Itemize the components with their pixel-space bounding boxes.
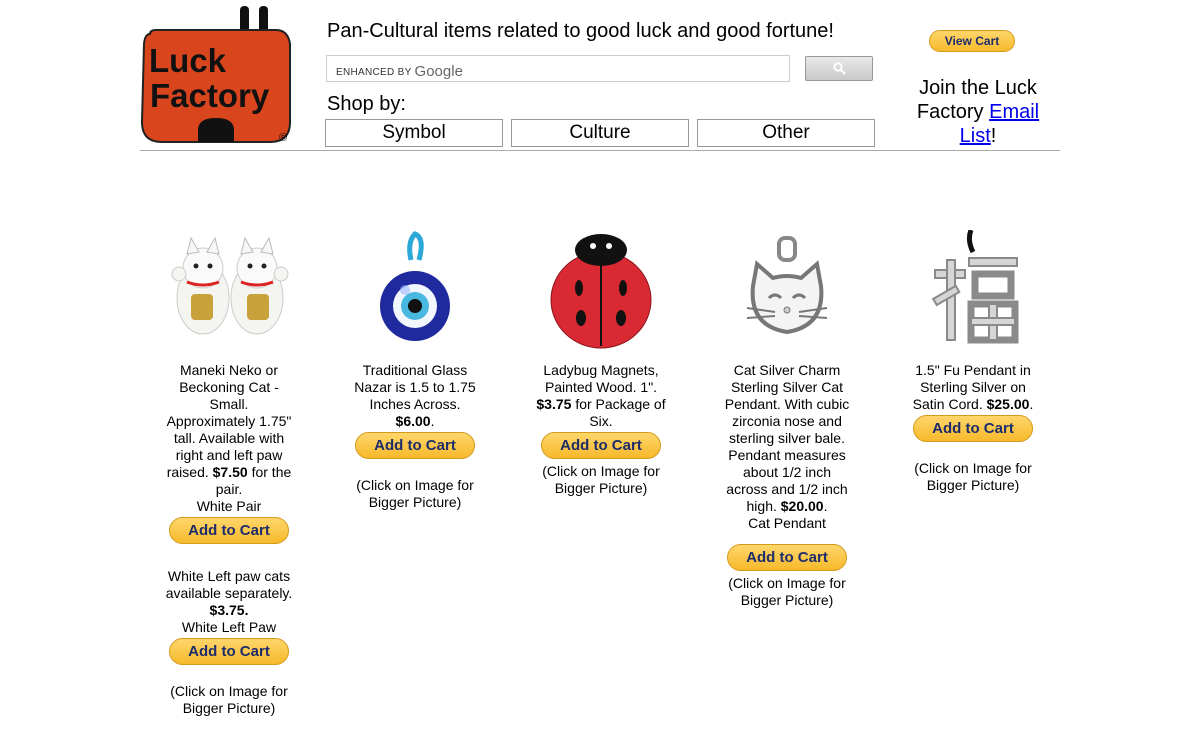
fu-pendant-image[interactable] bbox=[913, 230, 1033, 350]
product-fu-pendant: 1.5" Fu Pendant in Sterling Silver on Sa… bbox=[908, 230, 1038, 494]
product-description: Ladybug Magnets, Painted Wood. 1". $3.75… bbox=[536, 362, 666, 429]
shop-culture-button[interactable]: Culture bbox=[511, 119, 689, 147]
product-description: Maneki Neko or Beckoning Cat - Small. Ap… bbox=[166, 362, 292, 497]
shop-symbol-button[interactable]: Symbol bbox=[325, 119, 503, 147]
luck-factory-logo[interactable]: Luck Factory ® bbox=[140, 4, 292, 144]
logo-text-luck: Luck bbox=[149, 42, 227, 79]
product-option-label: White Left Paw bbox=[181, 619, 277, 635]
ladybug-image[interactable] bbox=[541, 230, 661, 350]
product-cat-charm: Cat Silver Charm Sterling Silver Cat Pen… bbox=[722, 230, 852, 609]
product-nazar: Traditional Glass Nazar is 1.5 to 1.75 I… bbox=[350, 230, 480, 511]
logo-text-factory: Factory bbox=[150, 77, 270, 114]
view-cart-button[interactable]: View Cart bbox=[929, 30, 1015, 52]
add-to-cart-button[interactable]: Add to Cart bbox=[541, 432, 661, 459]
shop-other-button[interactable]: Other bbox=[697, 119, 875, 147]
product-description: 1.5" Fu Pendant in Sterling Silver on Sa… bbox=[912, 362, 1034, 412]
search-icon bbox=[832, 62, 846, 75]
maneki-neko-image[interactable] bbox=[169, 230, 289, 350]
logo-registered-mark: ® bbox=[279, 132, 287, 144]
search-button[interactable] bbox=[805, 56, 873, 81]
header-divider bbox=[140, 150, 1060, 151]
tagline: Pan-Cultural items related to good luck … bbox=[327, 20, 834, 42]
product-option-label: Cat Pendant bbox=[748, 515, 826, 531]
click-for-bigger-picture: (Click on Image for Bigger Picture) bbox=[914, 460, 1032, 493]
click-for-bigger-picture: (Click on Image for Bigger Picture) bbox=[170, 683, 288, 716]
nazar-image[interactable] bbox=[355, 230, 475, 350]
add-to-cart-button[interactable]: Add to Cart bbox=[169, 517, 289, 544]
add-to-cart-button[interactable]: Add to Cart bbox=[355, 432, 475, 459]
cat-charm-image[interactable] bbox=[727, 230, 847, 350]
click-for-bigger-picture: (Click on Image for Bigger Picture) bbox=[356, 477, 474, 510]
product-ladybug: Ladybug Magnets, Painted Wood. 1". $3.75… bbox=[536, 230, 666, 497]
add-to-cart-button[interactable]: Add to Cart bbox=[913, 415, 1033, 442]
click-for-bigger-picture: (Click on Image for Bigger Picture) bbox=[542, 463, 660, 496]
product-option-label: White Pair bbox=[196, 498, 262, 514]
join-email-list: Join the Luck Factory Email List! bbox=[916, 77, 1040, 147]
product-maneki-neko: Maneki Neko or Beckoning Cat - Small. Ap… bbox=[164, 230, 294, 717]
click-for-bigger-picture: (Click on Image for Bigger Picture) bbox=[728, 575, 846, 608]
add-to-cart-button[interactable]: Add to Cart bbox=[169, 638, 289, 665]
search-input[interactable]: ENHANCED BY Google bbox=[326, 55, 790, 82]
search-branding: ENHANCED BY Google bbox=[336, 63, 463, 80]
shop-by-label: Shop by: bbox=[327, 93, 406, 115]
product-description: Cat Silver Charm Sterling Silver Cat Pen… bbox=[724, 362, 850, 514]
product-description: Traditional Glass Nazar is 1.5 to 1.75 I… bbox=[354, 362, 476, 429]
add-to-cart-button[interactable]: Add to Cart bbox=[727, 544, 847, 571]
product-extra-description: White Left paw cats available separately… bbox=[165, 568, 293, 618]
